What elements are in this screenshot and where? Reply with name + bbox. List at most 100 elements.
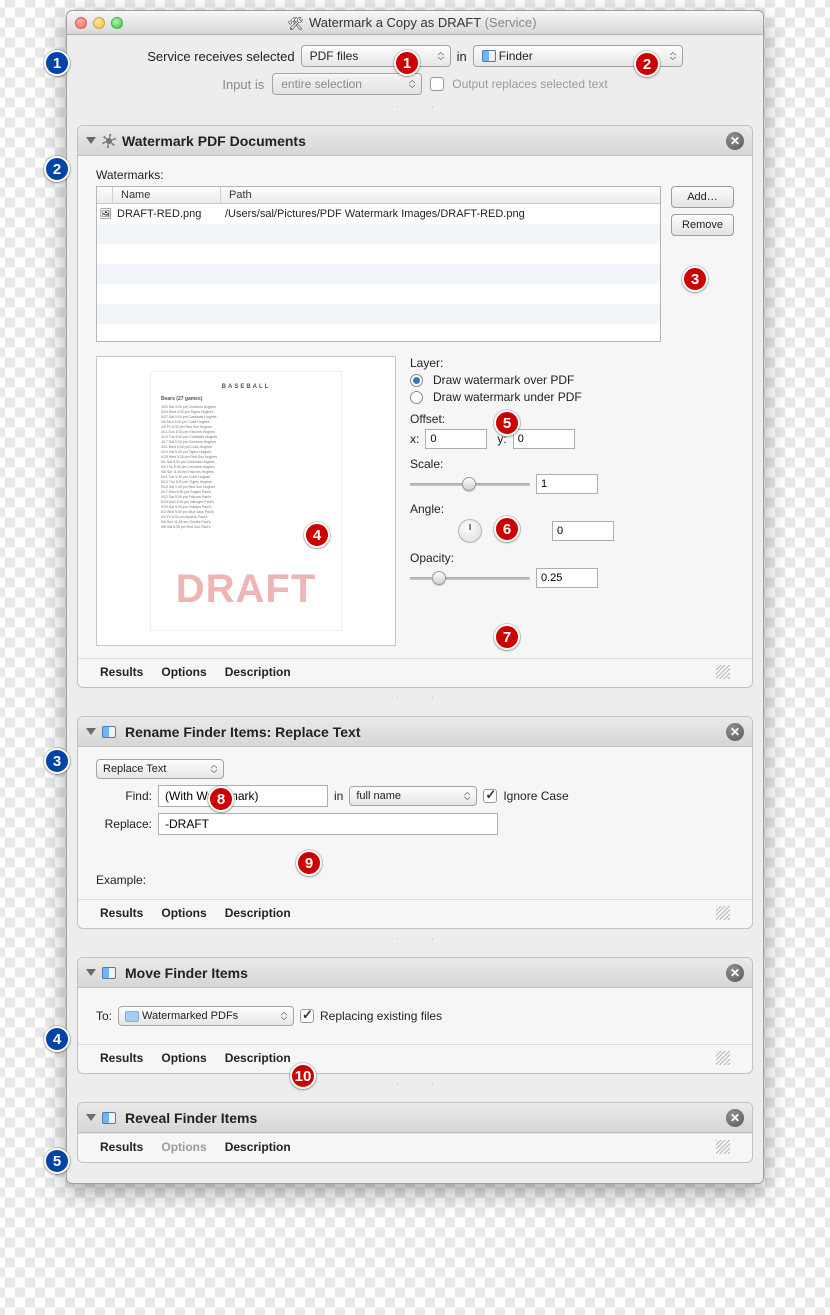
zoom-icon[interactable] bbox=[111, 17, 123, 29]
automator-window: 🛠 Watermark a Copy as DRAFT (Service) Se… bbox=[66, 10, 764, 1184]
replacing-checkbox[interactable] bbox=[300, 1009, 314, 1023]
description-tab[interactable]: Description bbox=[225, 665, 291, 679]
offset-y-field[interactable] bbox=[513, 429, 575, 449]
angle-label: Angle: bbox=[410, 502, 734, 516]
results-tab[interactable]: Results bbox=[100, 906, 143, 920]
file-icon: 🖼 bbox=[97, 209, 115, 220]
action-watermark-pdf: Watermark PDF Documents ✕ Watermarks: Na… bbox=[77, 125, 753, 688]
remove-action-icon[interactable]: ✕ bbox=[726, 132, 744, 150]
input-is-label: Input is bbox=[222, 77, 264, 92]
to-label: To: bbox=[96, 1009, 112, 1023]
disclosure-triangle-icon[interactable] bbox=[86, 728, 96, 735]
annotation-red-3: 3 bbox=[682, 266, 708, 292]
remove-action-icon[interactable]: ✕ bbox=[726, 1109, 744, 1127]
offset-label: Offset: bbox=[410, 412, 734, 426]
watermarks-label: Watermarks: bbox=[96, 168, 734, 182]
action-reveal-finder-items: Reveal Finder Items ✕ Results Options De… bbox=[77, 1102, 753, 1163]
destination-popup[interactable]: Watermarked PDFs bbox=[118, 1006, 294, 1026]
layer-label: Layer: bbox=[410, 356, 734, 370]
action-title: Move Finder Items bbox=[125, 965, 248, 981]
replace-label: Replace: bbox=[96, 817, 152, 831]
resize-grip-icon[interactable] bbox=[716, 1051, 730, 1065]
service-receives-label: Service receives selected bbox=[147, 49, 294, 64]
angle-field[interactable] bbox=[552, 521, 614, 541]
input-type-popup[interactable]: PDF files bbox=[301, 45, 451, 67]
resize-grip-icon[interactable] bbox=[716, 906, 730, 920]
annotation-red-10: 10 bbox=[290, 1063, 316, 1089]
output-replaces-checkbox bbox=[430, 77, 444, 91]
gear-icon bbox=[102, 134, 116, 148]
action-rename-finder-items: Rename Finder Items: Replace Text ✕ Repl… bbox=[77, 716, 753, 929]
annotation-red-1: 1 bbox=[394, 50, 420, 76]
description-tab[interactable]: Description bbox=[225, 906, 291, 920]
preview-heading: BASEBALL bbox=[161, 384, 331, 390]
opacity-field[interactable] bbox=[536, 568, 598, 588]
annotation-blue-3: 3 bbox=[44, 748, 70, 774]
robot-icon: 🛠 bbox=[287, 16, 301, 30]
close-icon[interactable] bbox=[75, 17, 87, 29]
layer-over-radio[interactable] bbox=[410, 374, 423, 387]
flow-notch-icon bbox=[67, 1084, 763, 1098]
example-label: Example: bbox=[96, 873, 734, 887]
table-row[interactable]: 🖼 DRAFT-RED.png /Users/sal/Pictures/PDF … bbox=[97, 204, 660, 224]
cell-name: DRAFT-RED.png bbox=[115, 208, 223, 220]
rename-mode-popup[interactable]: Replace Text bbox=[96, 759, 224, 779]
ignore-case-checkbox[interactable] bbox=[483, 789, 497, 803]
in-label: in bbox=[334, 789, 343, 803]
find-field[interactable] bbox=[158, 785, 328, 807]
options-tab[interactable]: Options bbox=[161, 1140, 206, 1154]
add-button[interactable]: Add… bbox=[671, 186, 734, 208]
scale-field[interactable] bbox=[536, 474, 598, 494]
col-path[interactable]: Path bbox=[221, 187, 660, 203]
col-name[interactable]: Name bbox=[113, 187, 221, 203]
window-title: 🛠 Watermark a Copy as DRAFT (Service) bbox=[123, 15, 701, 31]
disclosure-triangle-icon[interactable] bbox=[86, 137, 96, 144]
action-header: Watermark PDF Documents ✕ bbox=[78, 126, 752, 156]
opacity-slider[interactable] bbox=[410, 570, 530, 586]
find-in-popup[interactable]: full name bbox=[349, 786, 477, 806]
preview-body-text: 3/20 Sat 4:00 pm Crushers Hughes3/24 Wed… bbox=[161, 405, 331, 530]
options-tab[interactable]: Options bbox=[161, 906, 206, 920]
results-tab[interactable]: Results bbox=[100, 1051, 143, 1065]
annotation-red-8: 8 bbox=[208, 786, 234, 812]
resize-grip-icon[interactable] bbox=[716, 665, 730, 679]
find-label: Find: bbox=[96, 789, 152, 803]
input-is-popup: entire selection bbox=[272, 73, 422, 95]
remove-action-icon[interactable]: ✕ bbox=[726, 964, 744, 982]
resize-grip-icon[interactable] bbox=[716, 1140, 730, 1154]
flow-notch-icon bbox=[67, 698, 763, 712]
angle-dial[interactable] bbox=[458, 519, 482, 543]
remove-action-icon[interactable]: ✕ bbox=[726, 723, 744, 741]
results-tab[interactable]: Results bbox=[100, 1140, 143, 1154]
flow-notch-icon bbox=[67, 939, 763, 953]
replacing-label: Replacing existing files bbox=[320, 1009, 442, 1023]
layer-under-radio[interactable] bbox=[410, 391, 423, 404]
folder-icon bbox=[125, 1011, 139, 1022]
remove-button[interactable]: Remove bbox=[671, 214, 734, 236]
offset-x-field[interactable] bbox=[425, 429, 487, 449]
annotation-red-5: 5 bbox=[494, 410, 520, 436]
results-tab[interactable]: Results bbox=[100, 665, 143, 679]
replace-field[interactable] bbox=[158, 813, 498, 835]
action-footer: Results Options Description bbox=[78, 658, 752, 687]
disclosure-triangle-icon[interactable] bbox=[86, 1114, 96, 1121]
annotation-red-4: 4 bbox=[304, 522, 330, 548]
disclosure-triangle-icon[interactable] bbox=[86, 969, 96, 976]
options-tab[interactable]: Options bbox=[161, 665, 206, 679]
traffic-lights bbox=[75, 17, 123, 29]
options-tab[interactable]: Options bbox=[161, 1051, 206, 1065]
minimize-icon[interactable] bbox=[93, 17, 105, 29]
titlebar: 🛠 Watermark a Copy as DRAFT (Service) bbox=[67, 11, 763, 35]
preview-pane: BASEBALL Bears (27 games) 3/20 Sat 4:00 … bbox=[96, 356, 396, 646]
annotation-red-7: 7 bbox=[494, 624, 520, 650]
description-tab[interactable]: Description bbox=[225, 1140, 291, 1154]
description-tab[interactable]: Description bbox=[225, 1051, 291, 1065]
annotation-blue-1: 1 bbox=[44, 50, 70, 76]
ignore-case-label: Ignore Case bbox=[503, 789, 568, 803]
scale-slider[interactable] bbox=[410, 476, 530, 492]
watermarks-table[interactable]: Name Path 🖼 DRAFT-RED.png /Users/sal/Pic… bbox=[96, 186, 661, 342]
flow-notch-icon bbox=[67, 107, 763, 121]
action-title: Rename Finder Items: Replace Text bbox=[125, 724, 360, 740]
annotation-red-6: 6 bbox=[494, 516, 520, 542]
annotation-blue-5: 5 bbox=[44, 1148, 70, 1174]
